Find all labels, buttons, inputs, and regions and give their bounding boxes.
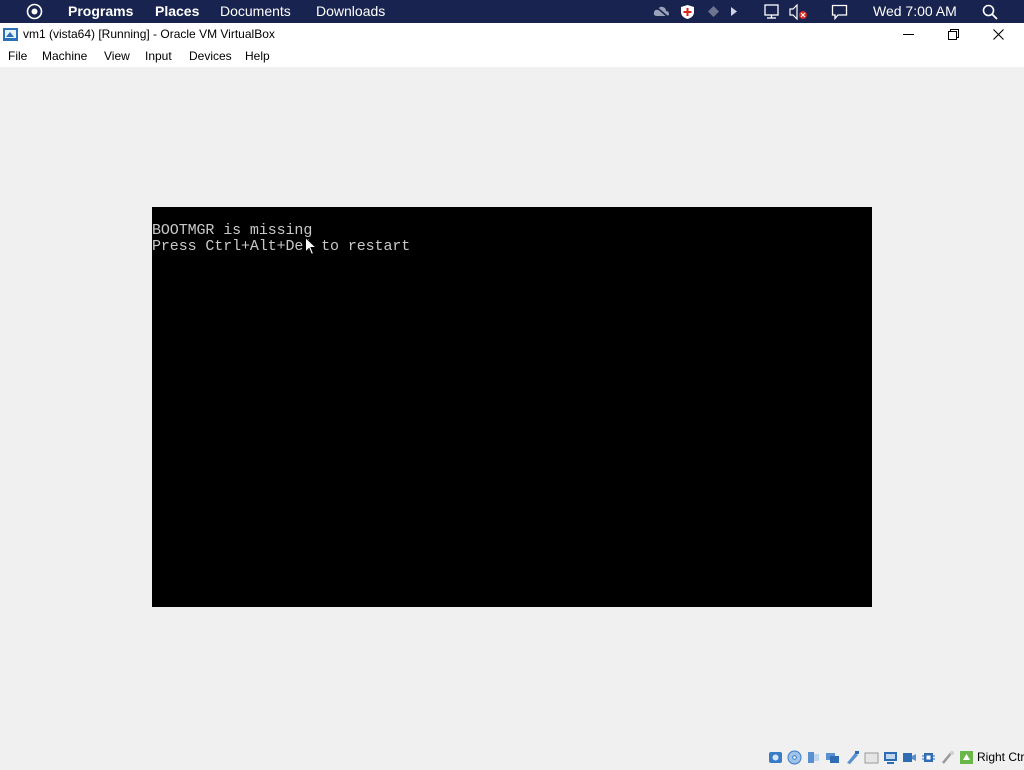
optical-drive-icon[interactable]	[787, 750, 802, 765]
minimize-button[interactable]	[886, 23, 931, 46]
places-menu[interactable]: Places	[155, 0, 199, 23]
menu-bar: File Machine View Input Devices Help	[0, 46, 1024, 67]
programs-menu[interactable]: Programs	[68, 0, 133, 23]
network-adapter-icon[interactable]	[825, 750, 840, 765]
mouse-pointer-icon	[305, 236, 318, 256]
menu-devices[interactable]: Devices	[189, 46, 232, 67]
minimize-icon	[903, 34, 914, 35]
search-icon[interactable]	[980, 0, 1000, 23]
video-capture-icon[interactable]	[902, 750, 917, 765]
menu-help[interactable]: Help	[245, 46, 270, 67]
menu-input[interactable]: Input	[145, 46, 172, 67]
volume-muted-icon[interactable]	[787, 0, 809, 23]
shield-icon[interactable]	[677, 0, 697, 23]
menu-view[interactable]: View	[104, 46, 130, 67]
console-line-2: Press Ctrl+Alt+Del to restart	[152, 238, 411, 255]
hard-disk-icon[interactable]	[768, 750, 783, 765]
cpu-icon[interactable]	[921, 750, 936, 765]
host-key-label: Right Ctrl	[977, 750, 1024, 764]
menu-machine[interactable]: Machine	[42, 46, 87, 67]
shared-folders-icon[interactable]	[864, 750, 879, 765]
chat-icon[interactable]	[829, 0, 849, 23]
mouse-integration-icon[interactable]	[940, 750, 955, 765]
restore-button[interactable]	[931, 23, 976, 46]
network-icon[interactable]	[761, 0, 781, 23]
virtualbox-app-icon	[2, 26, 19, 43]
usb-icon[interactable]	[845, 750, 860, 765]
vm-display[interactable]: BOOTMGR is missing Press Ctrl+Alt+Del to…	[152, 207, 872, 607]
downloads-menu[interactable]: Downloads	[316, 0, 385, 23]
console-line-1: BOOTMGR is missing	[152, 222, 313, 239]
diamond-icon[interactable]	[703, 0, 723, 23]
restore-icon	[948, 29, 959, 40]
window-titlebar[interactable]: vm1 (vista64) [Running] - Oracle VM Virt…	[0, 23, 1024, 46]
display-icon[interactable]	[883, 750, 898, 765]
top-panel: Programs Places Documents Downloads Wed …	[0, 0, 1024, 23]
activities-icon[interactable]	[24, 0, 44, 23]
menu-file[interactable]: File	[8, 46, 27, 67]
documents-menu[interactable]: Documents	[220, 0, 291, 23]
audio-icon[interactable]	[806, 750, 821, 765]
clock[interactable]: Wed 7:00 AM	[873, 0, 957, 23]
close-icon	[993, 29, 1004, 40]
keyboard-icon[interactable]	[959, 750, 974, 765]
status-bar: Right Ctrl	[0, 746, 1024, 768]
cloud-off-icon[interactable]	[651, 0, 671, 23]
play-icon[interactable]	[724, 0, 744, 23]
window-title: vm1 (vista64) [Running] - Oracle VM Virt…	[23, 27, 275, 41]
close-button[interactable]	[976, 23, 1021, 46]
